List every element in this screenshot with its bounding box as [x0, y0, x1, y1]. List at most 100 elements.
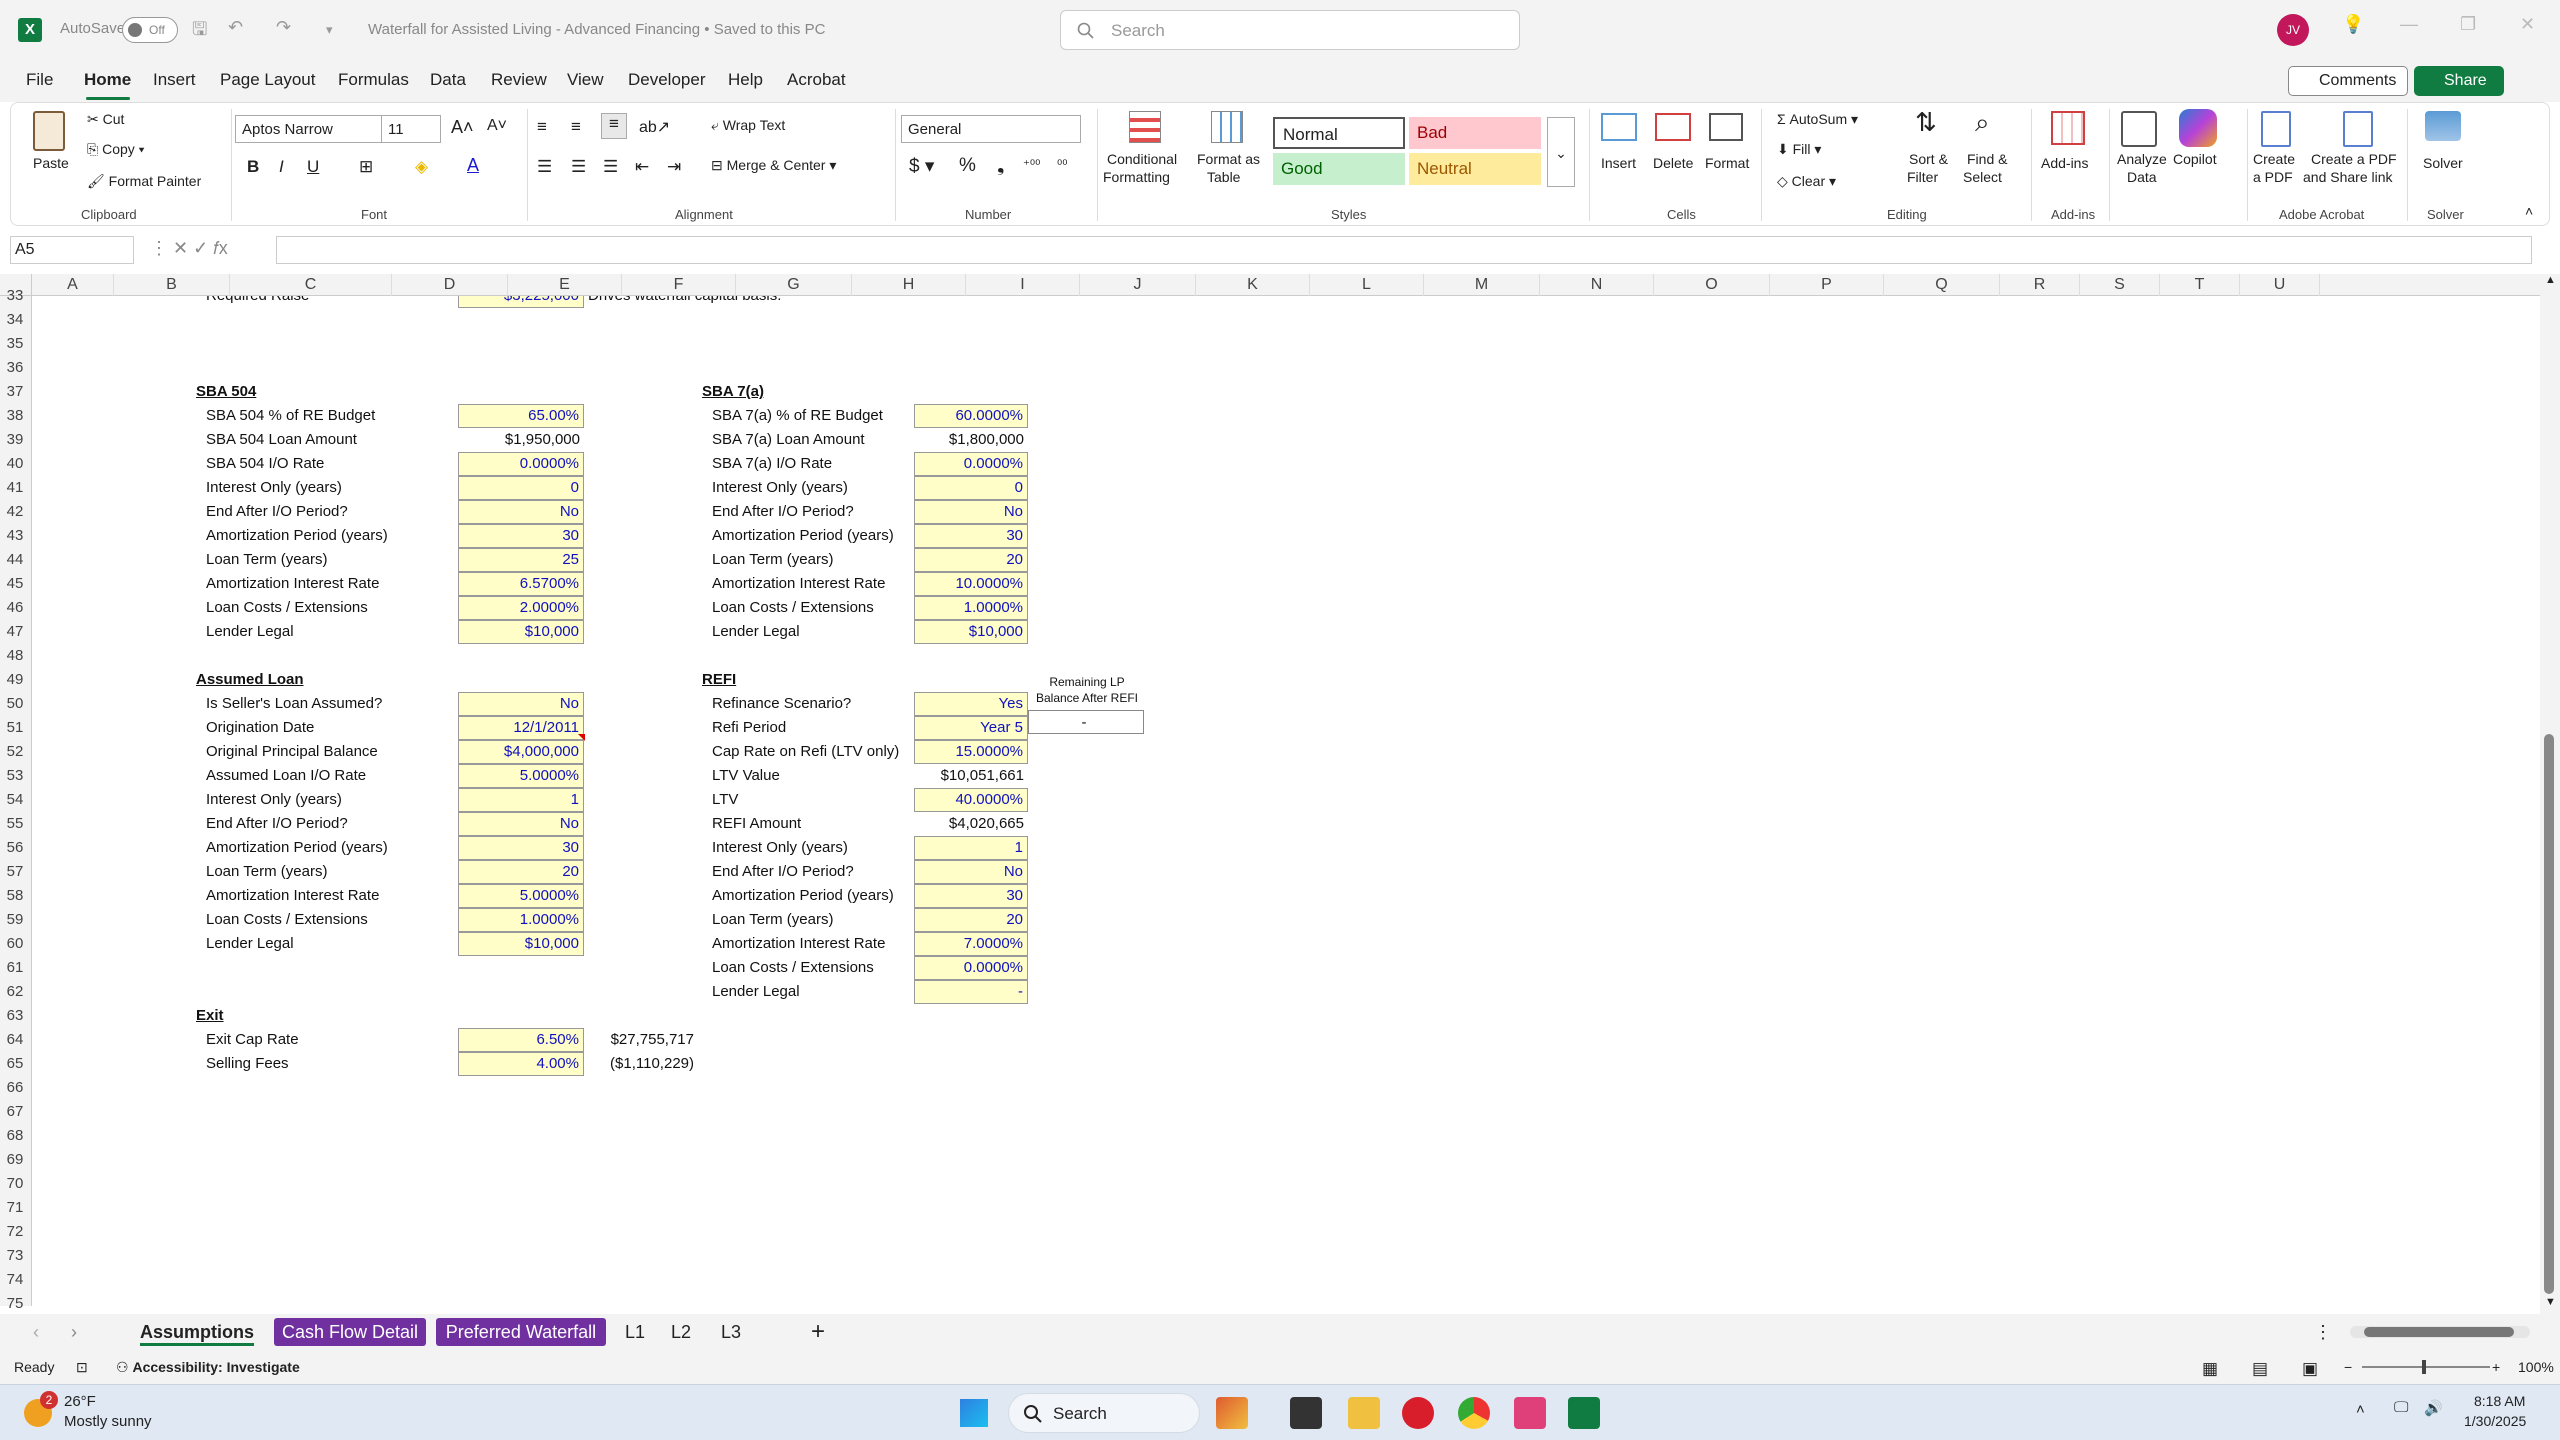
start-icon[interactable]: [960, 1399, 988, 1427]
align-right-icon[interactable]: ☰: [603, 157, 618, 177]
task-view-icon[interactable]: [1290, 1397, 1322, 1429]
cell-input[interactable]: 5.0000%: [458, 884, 584, 908]
column-header[interactable]: H: [852, 274, 966, 296]
column-header[interactable]: J: [1080, 274, 1196, 296]
bold-icon[interactable]: B: [247, 157, 259, 177]
align-middle-icon[interactable]: ≡: [571, 117, 581, 137]
row-header[interactable]: 36: [0, 356, 30, 380]
column-header[interactable]: D: [392, 274, 508, 296]
insert-cells-icon[interactable]: [1601, 113, 1637, 141]
cell-label[interactable]: End After I/O Period?: [712, 860, 854, 884]
vertical-scroll-thumb[interactable]: [2544, 734, 2554, 1294]
cell-input[interactable]: 0: [458, 476, 584, 500]
format-table-label[interactable]: Format as: [1197, 151, 1260, 167]
page-break-view-icon[interactable]: ▣: [2302, 1359, 2318, 1379]
cell-input[interactable]: Yes: [914, 692, 1028, 716]
sort-label[interactable]: Sort &: [1909, 151, 1948, 167]
cell-input[interactable]: 0.0000%: [914, 452, 1028, 476]
row-header[interactable]: 33: [0, 284, 30, 308]
cell-input[interactable]: 60.0000%: [914, 404, 1028, 428]
autosum-button[interactable]: Σ AutoSum ▾: [1777, 111, 1858, 128]
menu-home[interactable]: Home: [84, 70, 131, 90]
row-header[interactable]: 61: [0, 956, 30, 980]
cell-label[interactable]: Lender Legal: [712, 980, 800, 1004]
save-icon[interactable]: 🖫: [192, 17, 207, 43]
format-table-label-2[interactable]: Table: [1207, 169, 1240, 185]
font-size-select[interactable]: 11: [381, 115, 441, 143]
menu-data[interactable]: Data: [430, 70, 466, 90]
undo-icon[interactable]: ↶: [228, 17, 243, 43]
cell-label[interactable]: Lender Legal: [712, 620, 800, 644]
column-header[interactable]: U: [2240, 274, 2320, 296]
cell-input[interactable]: $10,000: [458, 932, 584, 956]
formula-input[interactable]: [276, 236, 2532, 264]
share-pdf-icon[interactable]: [2343, 111, 2373, 147]
cell-label[interactable]: Interest Only (years): [712, 476, 848, 500]
cell-label[interactable]: Amortization Interest Rate: [206, 884, 379, 908]
insert-button[interactable]: Insert: [1601, 155, 1636, 171]
tray-overflow-icon[interactable]: ˄: [2356, 1401, 2365, 1418]
fill-button[interactable]: ⬇ Fill ▾: [1777, 141, 1821, 158]
align-top-icon[interactable]: ≡: [537, 117, 547, 137]
cell-label[interactable]: Loan Costs / Extensions: [712, 956, 874, 980]
cell-input[interactable]: $4,000,000: [458, 740, 584, 764]
cell-input[interactable]: 40.0000%: [914, 788, 1028, 812]
row-header[interactable]: 64: [0, 1028, 30, 1052]
column-header[interactable]: N: [1540, 274, 1654, 296]
cell-label[interactable]: Amortization Period (years): [206, 836, 388, 860]
sort-label-2[interactable]: Filter: [1907, 169, 1938, 185]
menu-developer[interactable]: Developer: [628, 70, 706, 90]
next-sheet-icon[interactable]: ›: [64, 1318, 84, 1346]
row-header[interactable]: 67: [0, 1100, 30, 1124]
cell-value[interactable]: $1,800,000: [914, 428, 1028, 452]
conditional-formatting-label[interactable]: Conditional: [1107, 151, 1177, 167]
align-bottom-icon[interactable]: ≡: [601, 113, 627, 139]
row-header[interactable]: 38: [0, 404, 30, 428]
row-header[interactable]: 63: [0, 1004, 30, 1028]
fx-icon[interactable]: ⋮ ✕ ✓ 𝑓x: [150, 238, 228, 259]
zoom-slider-thumb[interactable]: [2422, 1360, 2426, 1374]
cell-label[interactable]: Loan Term (years): [206, 860, 327, 884]
row-header[interactable]: 68: [0, 1124, 30, 1148]
style-normal[interactable]: Normal: [1273, 117, 1405, 149]
column-header[interactable]: F: [622, 274, 736, 296]
cell-input[interactable]: 6.50%: [458, 1028, 584, 1052]
menu-help[interactable]: Help: [728, 70, 763, 90]
column-header[interactable]: S: [2080, 274, 2160, 296]
cell-label[interactable]: Refinance Scenario?: [712, 692, 851, 716]
zoom-out-icon[interactable]: −: [2344, 1359, 2352, 1375]
sheet-tab[interactable]: L1: [618, 1318, 652, 1346]
align-center-icon[interactable]: ☰: [571, 157, 586, 177]
format-painter-button[interactable]: 🖌 Format Painter: [87, 173, 201, 190]
close-icon[interactable]: ✕: [2520, 14, 2535, 35]
zoom-level[interactable]: 100%: [2518, 1359, 2554, 1375]
search-box[interactable]: Search: [1060, 10, 1520, 50]
cell-label[interactable]: Loan Term (years): [712, 548, 833, 572]
lightbulb-icon[interactable]: 💡: [2342, 14, 2364, 35]
name-box[interactable]: A5: [10, 236, 134, 264]
cell-label[interactable]: Interest Only (years): [206, 476, 342, 500]
paste-icon[interactable]: [33, 111, 65, 151]
cell-label[interactable]: SBA 504 % of RE Budget: [206, 404, 375, 428]
cell-label[interactable]: Cap Rate on Refi (LTV only): [712, 740, 899, 764]
currency-icon[interactable]: $ ▾: [909, 155, 934, 178]
row-header[interactable]: 66: [0, 1076, 30, 1100]
font-name-select[interactable]: Aptos Narrow: [235, 115, 385, 143]
restore-icon[interactable]: ❐: [2460, 14, 2476, 35]
find-label[interactable]: Find &: [1967, 151, 2007, 167]
column-header[interactable]: E: [508, 274, 622, 296]
increase-decimal-icon[interactable]: ⁺⁰⁰: [1023, 157, 1040, 173]
increase-font-icon[interactable]: A˄: [451, 117, 474, 138]
row-header[interactable]: 73: [0, 1244, 30, 1268]
create-pdf-icon[interactable]: [2261, 111, 2291, 147]
style-bad[interactable]: Bad: [1409, 117, 1541, 149]
wrap-text-button[interactable]: ⤶ Wrap Text: [711, 117, 785, 134]
row-header[interactable]: 40: [0, 452, 30, 476]
underline-icon[interactable]: U: [307, 157, 319, 177]
sort-filter-icon[interactable]: ⇅: [1915, 107, 1937, 138]
news-widget-icon[interactable]: [1216, 1397, 1248, 1429]
paste-button[interactable]: Paste: [33, 155, 69, 171]
refi-note[interactable]: Remaining LP Balance After REFI: [1030, 674, 1144, 706]
column-header[interactable]: Q: [1884, 274, 2000, 296]
cell-input[interactable]: Year 5: [914, 716, 1028, 740]
